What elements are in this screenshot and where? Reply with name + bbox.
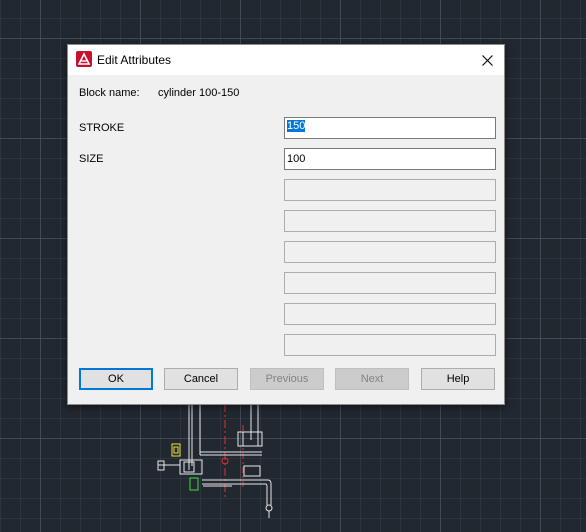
close-button[interactable] [470,45,504,75]
attribute-field-4 [284,210,496,232]
dialog-title: Edit Attributes [97,53,172,67]
block-name-value: cylinder 100-150 [158,87,240,99]
attribute-field-7 [284,303,496,325]
title-bar[interactable]: Edit Attributes [68,45,504,75]
stroke-value-selected-text: 150 [287,120,306,132]
edit-attributes-dialog: Edit Attributes Block name: cylinder 100… [67,44,505,405]
autocad-logo-icon [76,51,92,67]
help-button[interactable]: Help [421,368,495,390]
attribute-field-5 [284,241,496,263]
size-value-input[interactable] [284,148,496,170]
close-icon [481,54,493,66]
block-name-label: Block name: [79,87,140,99]
attribute-field-3 [284,179,496,201]
ok-button[interactable]: OK [79,368,153,390]
previous-button: Previous [250,368,324,390]
next-button: Next [335,368,409,390]
attribute-field-8 [284,334,496,356]
stroke-value-input[interactable]: 150 [284,117,496,139]
attribute-tag-size: SIZE [79,153,104,165]
attribute-tag-stroke: STROKE [79,122,125,134]
attribute-field-6 [284,272,496,294]
cancel-button[interactable]: Cancel [164,368,238,390]
